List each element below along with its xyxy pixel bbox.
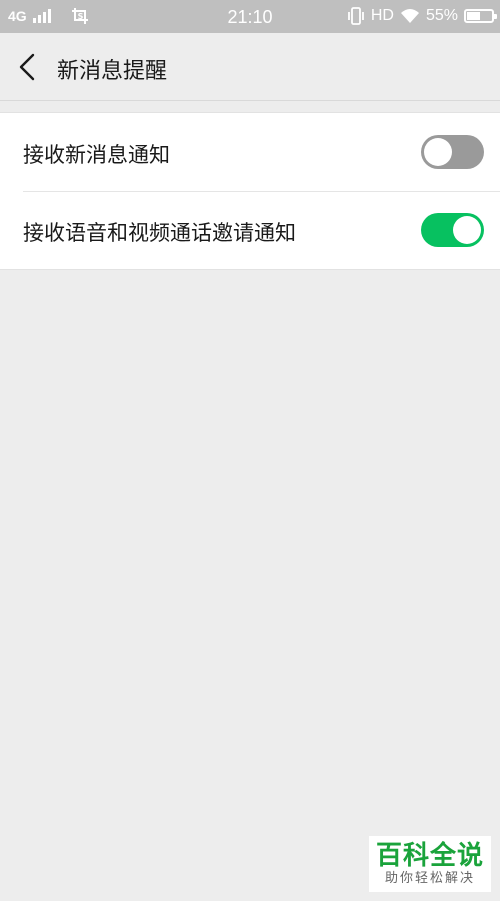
setting-row-new-message: 接收新消息通知 [0, 113, 500, 191]
watermark-subtitle: 助你轻松解决 [384, 871, 475, 886]
new-message-toggle[interactable] [421, 135, 484, 169]
battery-icon [464, 9, 497, 23]
screen: 4G S 21:10 HD 55% 新消息提醒 接收新消息通知 接收语音和视频通… [0, 0, 500, 901]
hd-indicator: HD [370, 7, 394, 24]
watermark: 百科全说 助你轻松解决 [369, 836, 491, 892]
call-invite-toggle[interactable] [421, 213, 484, 247]
battery-level [467, 12, 480, 20]
chevron-left-icon [19, 53, 35, 81]
status-bar: 4G S 21:10 HD 55% [0, 0, 500, 33]
vibrate-icon [347, 7, 364, 25]
wifi-icon [400, 9, 419, 23]
toggle-knob [453, 216, 481, 244]
settings-list: 接收新消息通知 接收语音和视频通话邀请通知 [0, 112, 500, 270]
status-right: HD 55% [347, 7, 497, 25]
watermark-title: 百科全说 [375, 841, 484, 871]
back-button[interactable] [12, 50, 44, 84]
toggle-knob [424, 138, 452, 166]
setting-label: 接收语音和视频通话邀请通知 [23, 221, 296, 245]
page-title: 新消息提醒 [57, 59, 168, 84]
battery-percent: 55% [425, 7, 458, 24]
setting-label: 接收新消息通知 [23, 143, 170, 167]
setting-row-call-invite: 接收语音和视频通话邀请通知 [0, 191, 500, 269]
nav-bar: 新消息提醒 [0, 33, 500, 101]
